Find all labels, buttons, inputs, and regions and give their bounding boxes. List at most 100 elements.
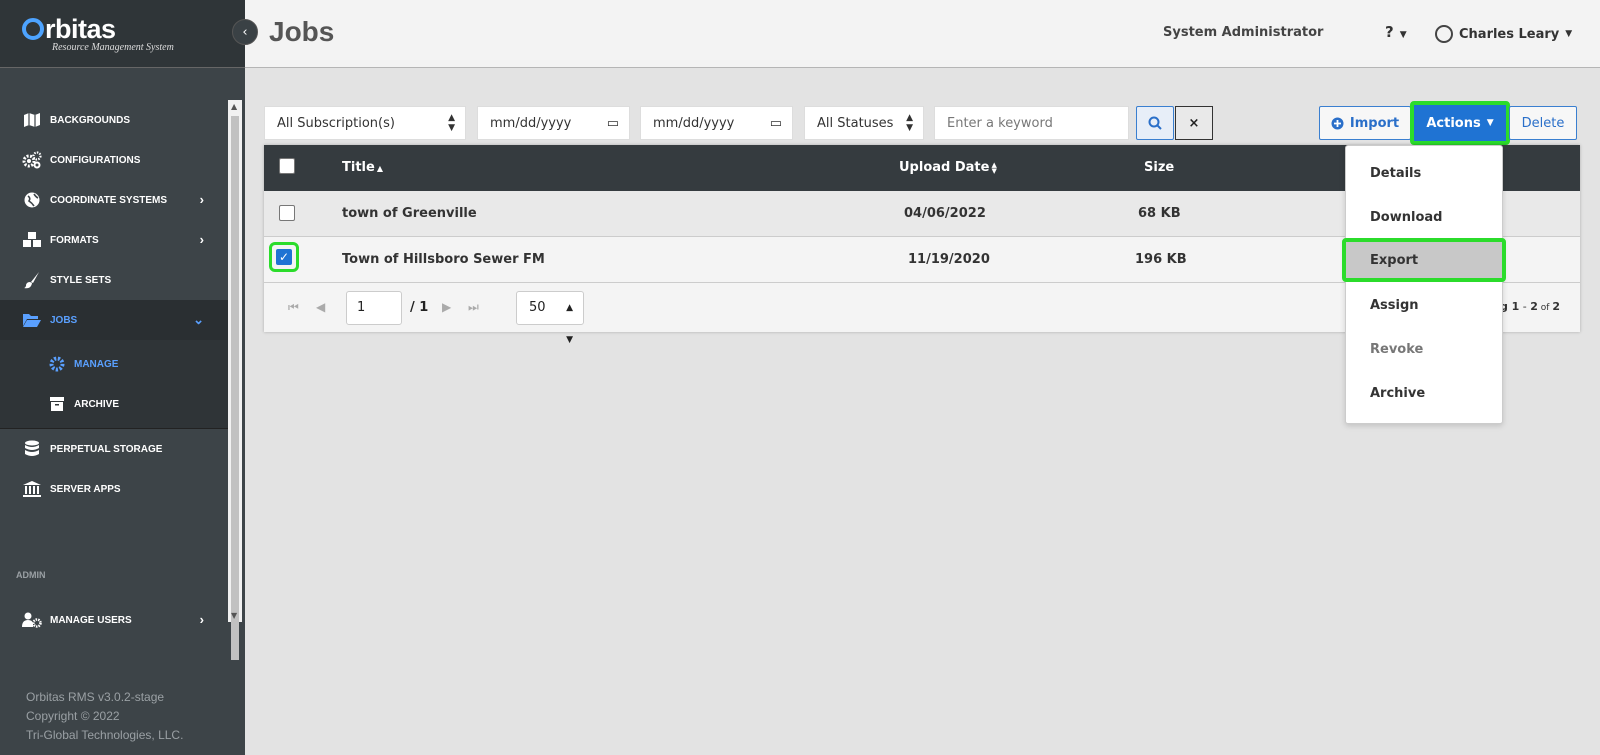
next-page-icon[interactable]: ▶ xyxy=(442,300,451,314)
sidebar-item-style-sets[interactable]: STYLE SETS xyxy=(0,260,228,300)
folder-open-icon xyxy=(22,311,42,329)
first-page-icon[interactable]: ⏮ xyxy=(288,300,299,315)
actions-dropdown-button[interactable]: Actions ▼ xyxy=(1410,101,1510,145)
sidebar-item-server-apps[interactable]: SERVER APPS xyxy=(0,469,228,509)
keyword-search-input[interactable] xyxy=(934,106,1129,140)
delete-button[interactable]: Delete xyxy=(1509,106,1577,140)
section-label-admin: ADMIN xyxy=(16,570,46,580)
archive-icon xyxy=(48,396,66,412)
gears-icon xyxy=(22,151,42,169)
sort-arrows-icon: ▲ ▼ xyxy=(566,303,573,345)
sort-arrows-icon: ▲ ▼ xyxy=(906,113,913,133)
select-all-checkbox[interactable] xyxy=(279,158,295,174)
menu-item-revoke: Revoke xyxy=(1370,342,1424,357)
scroll-up-arrow-icon[interactable]: ▲ xyxy=(231,102,237,111)
sidebar-item-coordinate-systems[interactable]: COORDINATE SYSTEMS › xyxy=(0,180,228,220)
sidebar-item-formats[interactable]: FORMATS › xyxy=(0,220,228,260)
chevron-down-icon: ⌄ xyxy=(193,312,204,327)
sidebar-item-archive[interactable]: ARCHIVE xyxy=(0,384,228,424)
plus-circle-icon xyxy=(1331,117,1344,129)
bank-icon xyxy=(22,480,42,498)
menu-item-archive[interactable]: Archive xyxy=(1346,372,1504,416)
sidebar-item-label: MANAGE xyxy=(74,358,119,370)
status-select[interactable]: All Statuses ▲ ▼ xyxy=(804,106,924,140)
scroll-down-arrow-icon[interactable]: ▼ xyxy=(231,611,237,620)
actions-menu: Details Download Export Assign Revoke Ar… xyxy=(1342,145,1506,424)
database-icon xyxy=(22,440,42,458)
users-cog-icon xyxy=(22,611,42,629)
sidebar-item-perpetual-storage[interactable]: PERPETUAL STORAGE xyxy=(0,429,228,469)
logo-subtitle: Resource Management System xyxy=(52,42,174,53)
file-size: 196 KB xyxy=(1135,252,1187,267)
calendar-icon[interactable]: ▭ xyxy=(607,116,619,131)
sidebar-item-backgrounds[interactable]: BACKGROUNDS xyxy=(0,100,228,140)
user-role: System Administrator xyxy=(1163,25,1324,40)
menu-item-export[interactable]: Export xyxy=(1342,238,1506,282)
subscription-select[interactable]: All Subscription(s) ▲ ▼ xyxy=(264,106,466,140)
chevron-right-icon: › xyxy=(199,232,204,247)
top-header: Jobs System Administrator ? ▼ Charles Lea… xyxy=(245,0,1600,68)
sidebar-item-label: STYLE SETS xyxy=(50,274,112,286)
row-checkbox[interactable]: ✓ xyxy=(276,249,292,265)
sidebar-item-label: COORDINATE SYSTEMS xyxy=(50,194,168,206)
scroll-thumb[interactable] xyxy=(231,116,239,660)
sort-arrows-icon: ▲ ▼ xyxy=(991,160,997,175)
column-header-upload-date[interactable]: Upload Date ▲ ▼ xyxy=(899,160,997,175)
job-title: Town of Hillsboro Sewer FM xyxy=(342,252,545,267)
search-button[interactable] xyxy=(1136,106,1174,140)
sidebar-item-configurations[interactable]: CONFIGURATIONS xyxy=(0,140,228,180)
column-header-size[interactable]: Size xyxy=(1144,160,1174,175)
date-to-input[interactable]: mm/dd/yyyy ▭ xyxy=(640,106,793,140)
upload-date: 04/06/2022 xyxy=(904,206,986,221)
row-checkbox[interactable] xyxy=(279,205,295,221)
user-menu-button[interactable]: Charles Leary ▼ xyxy=(1435,25,1572,43)
sidebar-item-label: CONFIGURATIONS xyxy=(50,154,141,166)
brush-icon xyxy=(22,271,42,289)
page-total: / 1 xyxy=(410,300,429,315)
sidebar-item-label: ARCHIVE xyxy=(74,398,120,410)
menu-item-download[interactable]: Download xyxy=(1346,196,1504,240)
date-from-input[interactable]: mm/dd/yyyy ▭ xyxy=(477,106,630,140)
prev-page-icon[interactable]: ◀ xyxy=(316,300,325,314)
last-page-icon[interactable]: ⏭ xyxy=(468,300,479,315)
sidebar-scrollbar[interactable]: ▲ ▼ xyxy=(228,100,242,660)
map-icon xyxy=(22,111,42,129)
copyright-text: Copyright © 2022 xyxy=(26,709,120,723)
collapse-sidebar-button[interactable]: ‹ xyxy=(232,19,258,45)
sidebar: rbitas Resource Management System BACKGR… xyxy=(0,0,245,755)
file-size: 68 KB xyxy=(1138,206,1181,221)
sidebar-item-manage-users[interactable]: MANAGE USERS › xyxy=(0,600,228,640)
company-text: Tri-Global Technologies, LLC. xyxy=(26,728,184,742)
caret-down-icon: ▼ xyxy=(1399,30,1407,40)
row-checkbox-highlight: ✓ xyxy=(269,242,299,272)
sort-asc-icon: ▲ xyxy=(376,164,383,173)
menu-item-details[interactable]: Details xyxy=(1346,152,1504,196)
user-name: Charles Leary xyxy=(1459,26,1560,42)
page-title: Jobs xyxy=(269,16,335,47)
page-number-input[interactable]: 1 xyxy=(346,291,402,325)
sidebar-item-jobs[interactable]: JOBS ⌄ xyxy=(0,300,228,340)
chevron-right-icon: › xyxy=(199,612,204,627)
logo-text: rbitas xyxy=(22,14,116,45)
manage-users-nav: MANAGE USERS › xyxy=(0,600,228,640)
logo-ring-icon xyxy=(22,18,44,40)
sidebar-item-label: BACKGROUNDS xyxy=(50,114,130,126)
sidebar-item-manage[interactable]: MANAGE xyxy=(0,344,228,384)
sidebar-item-label: FORMATS xyxy=(50,234,99,246)
version-text: Orbitas RMS v3.0.2-stage xyxy=(26,690,165,704)
clear-search-button[interactable]: × xyxy=(1175,106,1213,140)
column-header-title[interactable]: Title ▲ xyxy=(342,160,383,175)
page-size-select[interactable]: 50 ▲ ▼ xyxy=(516,291,584,345)
help-menu-button[interactable]: ? ▼ xyxy=(1385,23,1407,41)
calendar-icon[interactable]: ▭ xyxy=(770,116,782,131)
menu-item-assign[interactable]: Assign xyxy=(1346,284,1504,328)
sidebar-item-label: SERVER APPS xyxy=(50,483,121,495)
sidebar-item-label: MANAGE USERS xyxy=(50,614,132,626)
chevron-left-icon: ‹ xyxy=(242,25,248,40)
caret-down-icon: ▼ xyxy=(1565,29,1573,39)
globe-icon xyxy=(22,191,42,209)
close-icon: × xyxy=(1188,115,1200,131)
sidebar-nav: BACKGROUNDS CONFIGURATIONS COORDINATE SY… xyxy=(0,100,228,509)
import-button[interactable]: Import xyxy=(1319,106,1411,140)
user-circle-icon xyxy=(1435,25,1453,43)
